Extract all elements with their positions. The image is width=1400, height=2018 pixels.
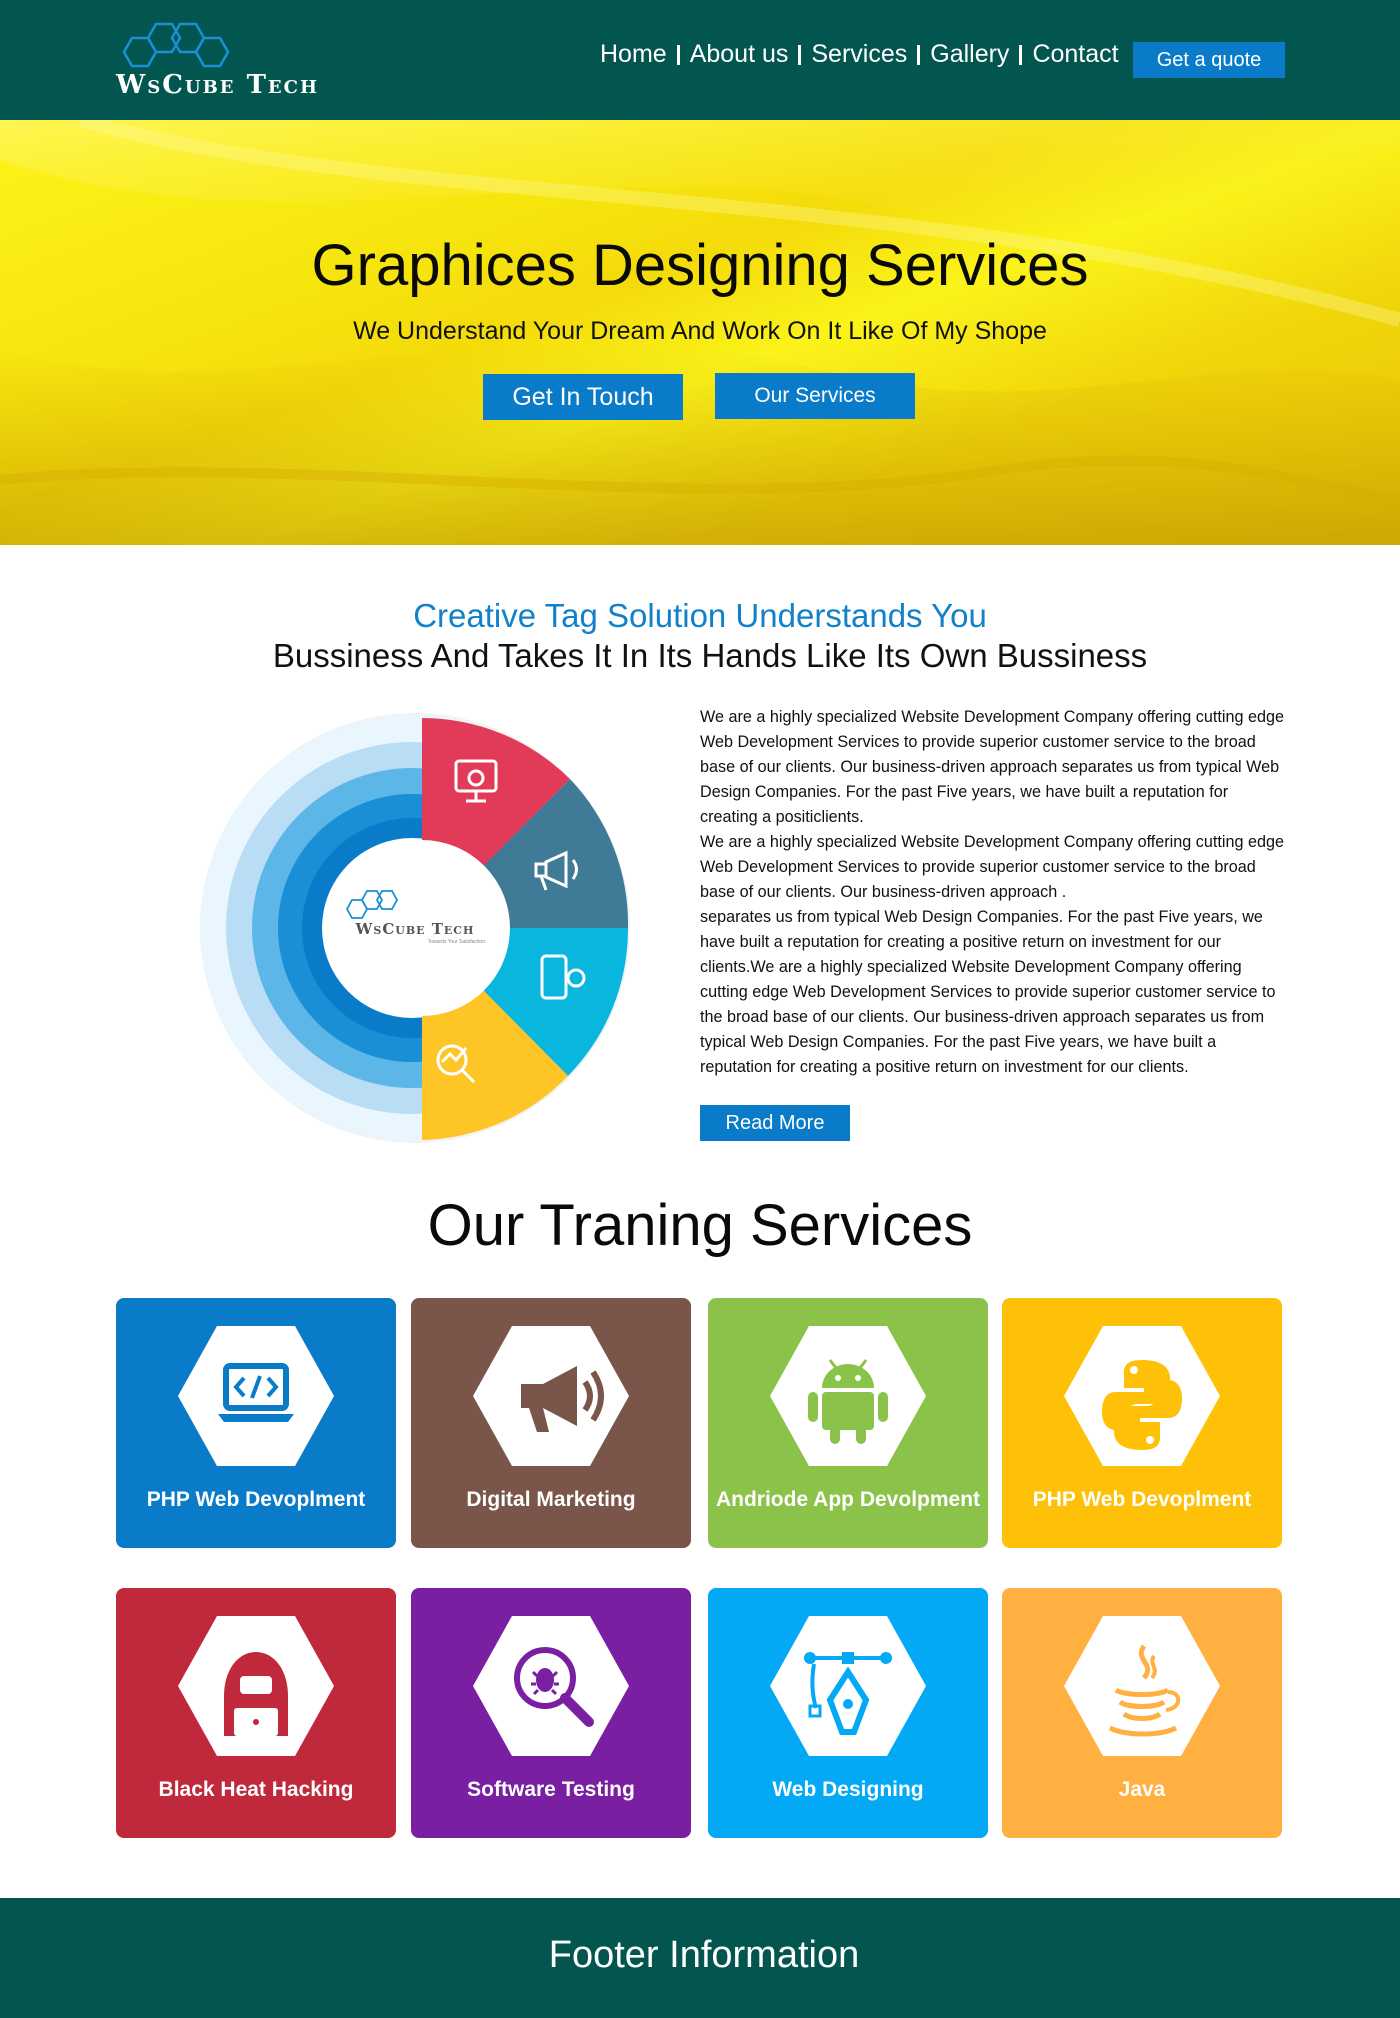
site-header: WsCube Tech Home About us Services Galle… (0, 0, 1400, 120)
nav-divider (917, 44, 921, 65)
training-card[interactable]: Andriode App Devolpment (708, 1298, 988, 1548)
training-card-label: Java (1118, 1778, 1166, 1801)
about-paragraph: We are a highly specialized Website Deve… (700, 833, 1284, 901)
about-description: We are a highly specialized Website Deve… (700, 705, 1285, 1080)
nav-about[interactable]: About us (690, 40, 789, 69)
hero-banner: Graphices Designing Services We Understa… (0, 120, 1400, 545)
training-card[interactable]: PHP Web Devoplment (116, 1298, 396, 1548)
training-card[interactable]: Black Heat Hacking (116, 1588, 396, 1838)
pen-tool-icon (770, 1616, 926, 1756)
training-card-label: Web Designing (772, 1778, 924, 1801)
site-footer: Footer Information (0, 1898, 1400, 2018)
hacker-icon (178, 1616, 334, 1756)
training-card-label: Black Heat Hacking (158, 1778, 354, 1801)
about-subheading: Bussiness And Takes It In Its Hands Like… (272, 637, 1148, 674)
nav-divider (676, 44, 680, 65)
python-icon (1064, 1326, 1220, 1466)
get-in-touch-button[interactable]: Get In Touch (483, 374, 683, 420)
read-more-button[interactable]: Read More (700, 1105, 850, 1141)
hero-title: Graphices Designing Services (311, 233, 1089, 298)
training-card[interactable]: Web Designing (708, 1588, 988, 1838)
nav-home[interactable]: Home (600, 40, 667, 69)
training-card-label: Andriode App Devolpment (715, 1488, 981, 1511)
training-card-label: PHP Web Devoplment (146, 1488, 366, 1511)
center-logo-tagline: Towards Your Satisfaction (427, 939, 485, 945)
training-card-label: Software Testing (467, 1778, 635, 1801)
megaphone-icon (473, 1326, 629, 1466)
logo[interactable]: WsCube Tech (116, 18, 346, 102)
laptop-code-icon (178, 1326, 334, 1466)
get-quote-button[interactable]: Get a quote (1133, 42, 1285, 78)
nav-contact[interactable]: Contact (1032, 40, 1118, 69)
bug-search-icon (473, 1616, 629, 1756)
nav-divider (798, 44, 802, 65)
training-title: Our Traning Services (427, 1193, 973, 1258)
training-card-label: PHP Web Devoplment (1032, 1488, 1252, 1511)
center-logo-text: WsCube Tech (355, 920, 475, 938)
nav-gallery[interactable]: Gallery (930, 40, 1009, 69)
hero-subtitle: We Understand Your Dream And Work On It … (353, 317, 1047, 345)
training-card[interactable]: Java (1002, 1588, 1282, 1838)
nav-services[interactable]: Services (811, 40, 907, 69)
logo-text: WsCube Tech (116, 70, 319, 100)
training-card[interactable]: Digital Marketing (411, 1298, 691, 1548)
java-icon (1064, 1616, 1220, 1756)
nav-divider (1019, 44, 1023, 65)
footer-text: Footer Information (548, 1934, 860, 1976)
main-nav: Home About us Services Gallery Contact (600, 40, 1119, 69)
about-paragraph: separates us from typical Web Design Com… (700, 908, 1276, 1076)
about-paragraph: We are a highly specialized Website Deve… (700, 708, 1284, 826)
android-icon (770, 1326, 926, 1466)
services-wheel-graphic: WsCube Tech Towards Your Satisfaction (190, 708, 630, 1148)
hexagon-logo-icon (122, 22, 230, 68)
training-card-label: Digital Marketing (466, 1488, 636, 1511)
training-card[interactable]: Software Testing (411, 1588, 691, 1838)
about-heading: Creative Tag Solution Understands You (413, 597, 987, 634)
training-card[interactable]: PHP Web Devoplment (1002, 1298, 1282, 1548)
our-services-button[interactable]: Our Services (715, 373, 915, 419)
